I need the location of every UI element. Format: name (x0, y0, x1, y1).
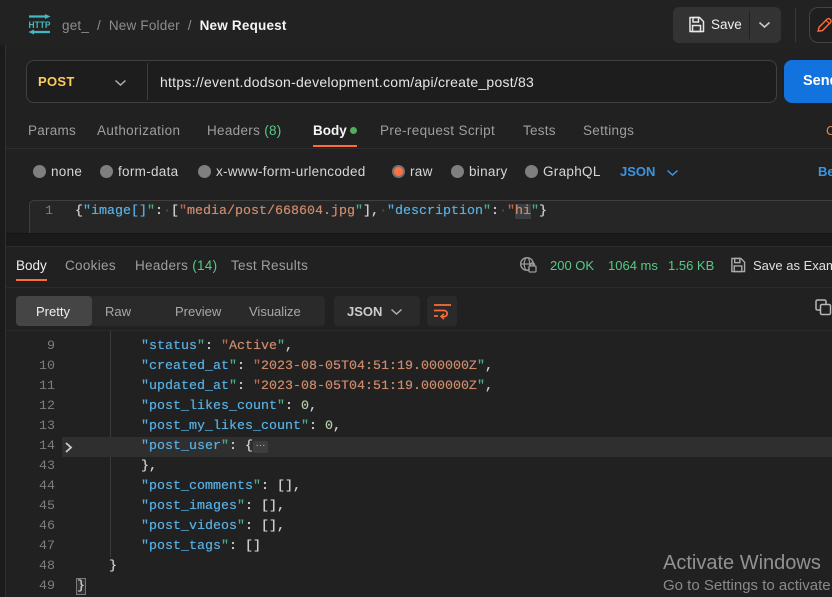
svg-text:HTTP: HTTP (29, 20, 52, 31)
